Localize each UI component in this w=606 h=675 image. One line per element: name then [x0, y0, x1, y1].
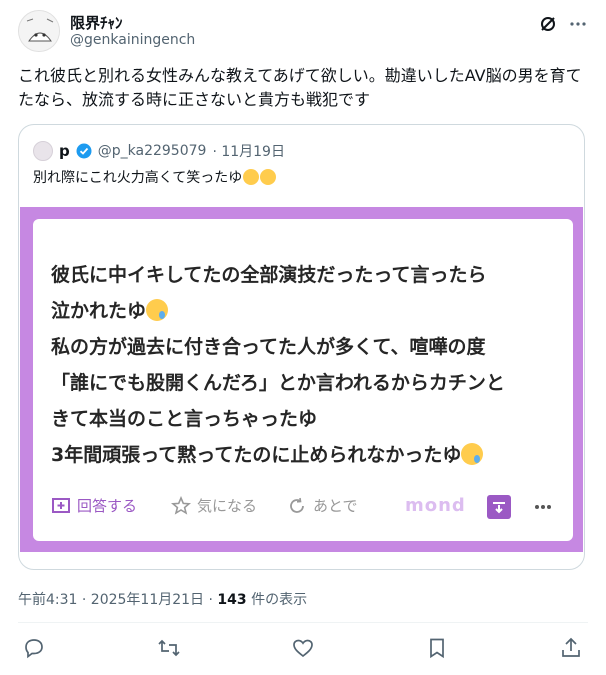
card-line: 私の方が過去に付き合ってた人が多くて、喧嘩の度 [51, 336, 486, 358]
quoted-author-name: p [59, 142, 70, 160]
view-count-suffix: 件の表示 [246, 592, 308, 608]
card-line: きて本当のこと言っちゃったゆ [51, 408, 318, 430]
quoted-author-avatar [33, 141, 53, 161]
verified-icon [76, 143, 92, 159]
quoted-post-text-wrap: 別れ際にこれ火力高くて笑ったゆ [33, 167, 277, 187]
quoted-media-image[interactable]: 彼氏に中イキしてたの全部演技だったって言ったら 泣かれたゆ 私の方が過去に付き合… [20, 207, 583, 552]
quoted-post-date: · 11月19日 [212, 144, 285, 160]
card-actions: 回答する 気になる あとで mond [51, 495, 561, 519]
like-icon[interactable] [291, 636, 315, 660]
pleading-face-icon [243, 169, 260, 185]
grok-icon[interactable] [538, 14, 558, 34]
card-line: 彼氏に中イキしてたの全部演技だったって言ったら [51, 264, 487, 286]
quoted-author-handle: @p_ka2295079 [97, 143, 207, 159]
post-meta: 午前4:31 · 2025年11月21日 · 143 件の表示 [18, 589, 307, 609]
star-icon [171, 495, 191, 515]
post-header: 限界ﾁｬﾝ @genkainingench [18, 10, 588, 54]
later-label: あとで [313, 497, 358, 515]
pleading-face-icon [260, 169, 277, 185]
author-avatar[interactable] [18, 10, 60, 52]
mond-box-icon [487, 495, 511, 519]
crying-face-icon [146, 299, 169, 321]
more-icon[interactable] [568, 14, 588, 34]
interested-label: 気になる [197, 497, 258, 515]
crying-face-icon [461, 443, 484, 465]
mond-question-card: 彼氏に中イキしてたの全部演技だったって言ったら 泣かれたゆ 私の方が過去に付き合… [33, 219, 573, 541]
card-line-wrap: 3年間頑張って黙ってたのに止められなかったゆ [51, 437, 561, 473]
answer-button: 回答する [51, 495, 137, 516]
quoted-post-text: 別れ際にこれ火力高くて笑ったゆ [33, 170, 243, 186]
post-text: これ彼氏と別れる女性みんな教えてあげて欲しい。勘違いしたAV脳の男を育てたなら、… [18, 66, 582, 109]
quoted-post[interactable]: p @p_ka2295079 · 11月19日 別れ際にこれ火力高くて笑ったゆ … [18, 124, 585, 570]
bookmark-icon[interactable] [425, 636, 449, 660]
quoted-post-header: p @p_ka2295079 · 11月19日 [33, 141, 285, 161]
action-bar [18, 636, 588, 662]
mond-logo: mond [405, 495, 466, 516]
divider [18, 622, 588, 623]
author-handle[interactable]: @genkainingench [70, 32, 195, 48]
answer-label: 回答する [77, 497, 138, 515]
view-count[interactable]: 143 [217, 592, 246, 608]
later-icon [290, 497, 304, 513]
later-button: あとで [287, 495, 358, 516]
card-line: 3年間頑張って黙ってたのに止められなかったゆ [51, 444, 462, 466]
card-text: 彼氏に中イキしてたの全部演技だったって言ったら 泣かれたゆ 私の方が過去に付き合… [51, 257, 561, 473]
card-line: 泣かれたゆ [51, 300, 147, 322]
answer-icon [52, 497, 70, 513]
card-line: 「誰にでも股開くんだろ」とか言われるからカチンと [51, 372, 505, 394]
interested-button: 気になる [171, 495, 257, 516]
card-more-icon [531, 495, 555, 519]
post-timestamp[interactable]: 午前4:31 · 2025年11月21日 · [18, 592, 217, 608]
author-name[interactable]: 限界ﾁｬﾝ [70, 12, 123, 33]
reply-icon[interactable] [22, 636, 46, 660]
card-line-wrap: 泣かれたゆ [51, 293, 561, 329]
repost-icon[interactable] [157, 636, 181, 660]
share-icon[interactable] [559, 636, 583, 660]
